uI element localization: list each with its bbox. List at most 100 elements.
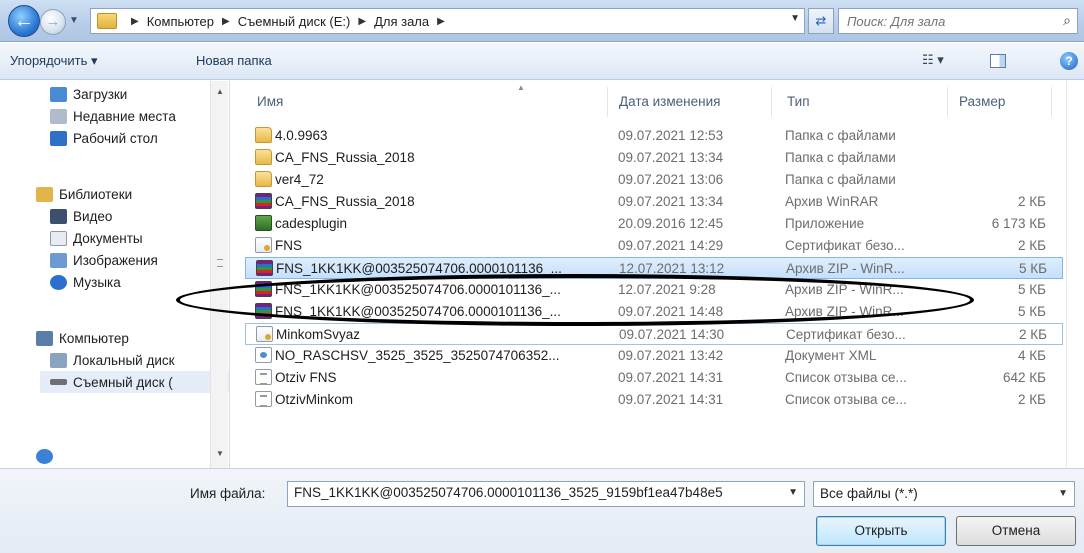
folder-icon <box>255 171 272 187</box>
sidebar-scrollbar[interactable]: ▲ ▼ <box>210 81 228 468</box>
column-header-type[interactable]: Тип <box>787 81 810 121</box>
file-type-value: Все файлы (*.*) <box>820 486 918 501</box>
file-list-scrollbar[interactable] <box>1066 81 1084 468</box>
arrow-left-icon: ← <box>14 10 34 32</box>
search-icon[interactable]: ⌕ <box>1063 12 1071 29</box>
winrar-icon <box>255 281 272 297</box>
table-row[interactable]: FNS_1KK1KK@003525074706.0000101136_... 12… <box>245 257 1063 279</box>
scroll-grip-icon[interactable] <box>217 259 223 267</box>
file-type: Документ XML <box>785 348 877 363</box>
file-name: CA_FNS_Russia_2018 <box>275 150 415 165</box>
chevron-right-icon[interactable]: ▶ <box>214 16 238 27</box>
file-type: Сертификат безо... <box>785 238 905 253</box>
table-row[interactable]: Otziv FNS 09.07.2021 14:31 Список отзыва с… <box>245 367 1063 389</box>
file-size: 5 КБ <box>1018 304 1046 319</box>
column-divider[interactable] <box>607 87 608 117</box>
sidebar-item-music[interactable]: Музыка <box>50 271 229 293</box>
cancel-button[interactable]: Отмена <box>956 516 1076 546</box>
navigation-pane: Загрузки Недавние места Рабочий стол Биб… <box>0 81 230 468</box>
table-row[interactable]: FNS_1KK1KK@003525074706.0000101136_... 09… <box>245 301 1063 323</box>
search-box[interactable]: ⌕ <box>838 8 1078 34</box>
sidebar-item-computer[interactable]: Компьютер <box>36 327 229 349</box>
address-bar[interactable]: ▶ Компьютер ▶ Съемный диск (E:) ▶ Для за… <box>90 8 805 34</box>
downloads-icon <box>50 86 67 102</box>
column-header-date[interactable]: Дата изменения <box>619 81 720 121</box>
file-type: Архив ZIP - WinR... <box>785 282 904 297</box>
arrow-right-icon: → <box>45 13 61 30</box>
sidebar-item-removable-disk[interactable]: Съемный диск ( <box>40 371 229 393</box>
file-date: 09.07.2021 13:42 <box>618 348 724 363</box>
table-row[interactable]: MinkomSvyaz 09.07.2021 14:30 Сертификат бе… <box>245 323 1063 345</box>
table-row[interactable]: NO_RASCHSV_3525_3525_3525074706352... 09.… <box>245 345 1063 367</box>
scroll-down-icon[interactable]: ▼ <box>216 449 224 458</box>
chevron-right-icon[interactable]: ▶ <box>350 16 374 27</box>
sidebar-item-documents[interactable]: Документы <box>50 227 229 249</box>
file-name: CA_FNS_Russia_2018 <box>275 194 415 209</box>
sort-ascending-icon: ▲ <box>517 83 525 92</box>
table-row[interactable]: CA_FNS_Russia_2018 09.07.2021 13:34 Папка … <box>245 147 1063 169</box>
folder-icon <box>255 127 272 143</box>
file-size: 5 КБ <box>1019 261 1047 276</box>
sidebar-item-local-disk[interactable]: Локальный диск <box>50 349 229 371</box>
search-input[interactable] <box>847 13 1047 29</box>
back-button[interactable]: ← <box>8 5 40 37</box>
file-date: 09.07.2021 13:06 <box>618 172 724 187</box>
file-type-filter[interactable]: Все файлы (*.*) ▼ <box>813 481 1075 507</box>
new-folder-button[interactable]: Новая папка <box>196 53 272 68</box>
file-type: Сертификат безо... <box>786 327 906 342</box>
refresh-button[interactable]: ⇄ <box>808 8 834 34</box>
table-row[interactable]: OtzivMinkom 09.07.2021 14:31 Список отзыва… <box>245 389 1063 411</box>
preview-pane-icon[interactable] <box>990 54 1006 68</box>
sidebar-item-libraries[interactable]: Библиотеки <box>36 183 229 205</box>
filename-combobox[interactable]: FNS_1KK1KK@003525074706.0000101136_3525_… <box>287 481 805 507</box>
breadcrumb-computer[interactable]: Компьютер <box>147 14 214 29</box>
file-name: Otziv FNS <box>275 370 337 385</box>
file-date: 20.09.2016 12:45 <box>618 216 724 231</box>
table-row[interactable]: FNS_1KK1KK@003525074706.0000101136_... 12… <box>245 279 1063 301</box>
sidebar-item-downloads[interactable]: Загрузки <box>50 83 229 105</box>
folder-icon <box>97 13 117 29</box>
help-button[interactable]: ? <box>1060 52 1078 70</box>
file-name: NO_RASCHSV_3525_3525_3525074706352... <box>275 348 560 363</box>
chevron-right-icon[interactable]: ▶ <box>429 16 453 27</box>
breadcrumb-current-folder[interactable]: Для зала <box>374 14 429 29</box>
column-divider[interactable] <box>771 87 772 117</box>
table-row[interactable]: cadesplugin 20.09.2016 12:45 Приложение 6 1… <box>245 213 1063 235</box>
file-size: 4 КБ <box>1018 348 1046 363</box>
crl-icon <box>255 391 272 407</box>
chevron-down-icon[interactable]: ▼ <box>788 487 798 498</box>
winrar-icon <box>255 303 272 319</box>
file-size: 6 173 КБ <box>991 216 1046 231</box>
open-button[interactable]: Открыть <box>816 516 946 546</box>
column-divider[interactable] <box>1051 87 1052 117</box>
filename-input[interactable]: FNS_1KK1KK@003525074706.0000101136_3525_… <box>294 485 723 500</box>
table-row[interactable]: FNS 09.07.2021 14:29 Сертификат безо... 2 К… <box>245 235 1063 257</box>
table-row[interactable]: ver4_72 09.07.2021 13:06 Папка с файлами <box>245 169 1063 191</box>
address-bar-area: ← → ▼ ▶ Компьютер ▶ Съемный диск (E:) ▶ … <box>0 0 1084 42</box>
sidebar-item-network[interactable] <box>36 445 229 467</box>
sidebar-item-desktop[interactable]: Рабочий стол <box>50 127 229 149</box>
sidebar-item-pictures[interactable]: Изображения <box>50 249 229 271</box>
table-row[interactable]: 4.0.9963 09.07.2021 12:53 Папка с файлами <box>245 125 1063 147</box>
column-divider[interactable] <box>947 87 948 117</box>
file-size: 2 КБ <box>1019 327 1047 342</box>
file-date: 09.07.2021 14:30 <box>619 327 725 342</box>
file-name: FNS <box>275 238 302 253</box>
organize-button[interactable]: Упорядочить ▾ <box>10 53 98 69</box>
forward-button[interactable]: → <box>40 9 66 35</box>
scroll-up-icon[interactable]: ▲ <box>216 87 224 96</box>
chevron-down-icon[interactable]: ▼ <box>1058 488 1068 499</box>
file-type: Папка с файлами <box>785 150 896 165</box>
chevron-right-icon[interactable]: ▶ <box>123 16 147 27</box>
sidebar-item-video[interactable]: Видео <box>50 205 229 227</box>
file-date: 09.07.2021 14:29 <box>618 238 724 253</box>
breadcrumb-removable-disk[interactable]: Съемный диск (E:) <box>238 14 351 29</box>
table-row[interactable]: CA_FNS_Russia_2018 09.07.2021 13:34 Архив … <box>245 191 1063 213</box>
recent-pages-dropdown[interactable]: ▼ <box>67 12 81 30</box>
change-view-button[interactable]: ☷ ▾ <box>922 52 962 70</box>
sidebar-item-recent[interactable]: Недавние места <box>50 105 229 127</box>
file-size: 2 КБ <box>1018 392 1046 407</box>
column-header-name[interactable]: Имя <box>257 81 283 121</box>
chevron-down-icon[interactable]: ▼ <box>790 13 800 24</box>
column-header-size[interactable]: Размер <box>959 81 1005 121</box>
